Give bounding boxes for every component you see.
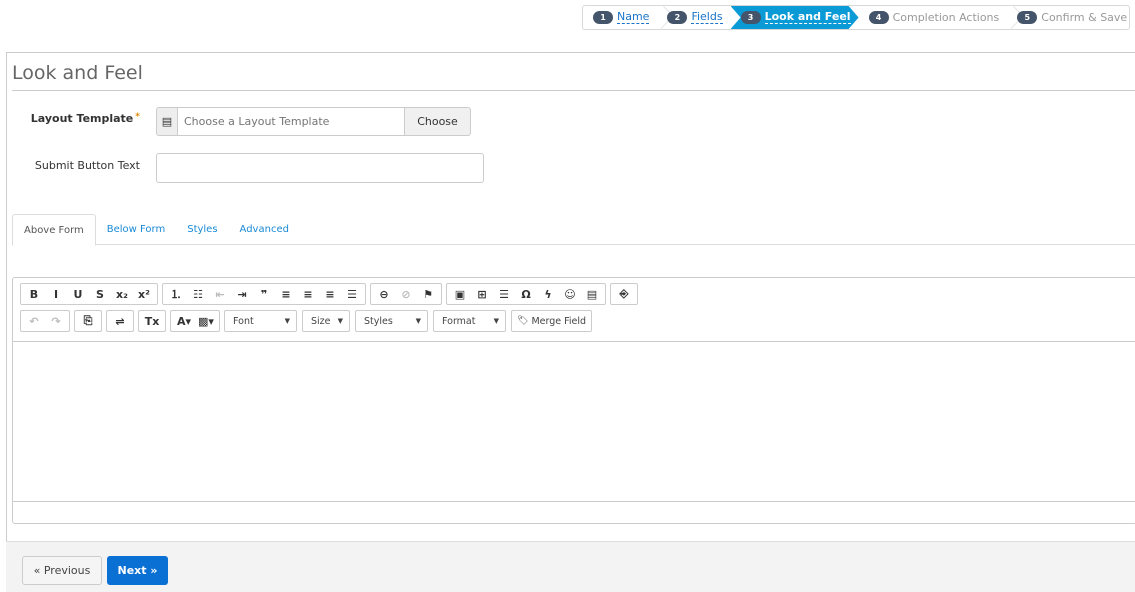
merge-field-label: Merge Field xyxy=(531,315,587,327)
source-icon[interactable]: ⎆ xyxy=(613,284,635,304)
bold-icon[interactable]: B xyxy=(23,284,45,304)
step-label: Confirm & Save xyxy=(1041,11,1128,24)
redo-icon[interactable]: ↷ xyxy=(45,311,67,331)
settings-icon[interactable]: ⇌ xyxy=(109,311,131,331)
toolbar-group: ⒈ ☷ ⇤ ⇥ ❞ ≡ ≡ ≡ ☰ xyxy=(162,283,366,305)
required-marker: * xyxy=(135,112,140,122)
chevron-down-icon: ▼ xyxy=(415,317,421,325)
unlink-icon[interactable]: ⊘ xyxy=(395,284,417,304)
align-left-icon[interactable]: ≡ xyxy=(275,284,297,304)
format-label: Format xyxy=(442,315,476,327)
page-title: Look and Feel xyxy=(12,62,143,84)
step-number: 4 xyxy=(868,11,889,24)
font-dropdown[interactable]: Font ▼ xyxy=(224,310,297,332)
table-icon[interactable]: ⊞ xyxy=(471,284,493,304)
numbered-list-icon[interactable]: ⒈ xyxy=(165,284,187,304)
submit-button-text-input[interactable] xyxy=(156,153,484,183)
tab-bar: Above Form Below Form Styles Advanced xyxy=(12,214,1135,246)
paste-icon[interactable]: ⎘ xyxy=(77,311,99,331)
toolbar-group: ↶ ↷ xyxy=(20,310,70,332)
special-char-icon[interactable]: Ω xyxy=(515,284,537,304)
superscript-icon[interactable]: x² xyxy=(133,284,155,304)
image-icon[interactable]: ▣ xyxy=(449,284,471,304)
toolbar-group: ▣ ⊞ ☰ Ωϟ ☺ ▤ xyxy=(446,283,606,305)
step-number: 5 xyxy=(1017,11,1038,24)
horizontal-line-icon[interactable]: ☰ xyxy=(493,284,515,304)
chevron-down-icon: ▼ xyxy=(337,317,343,325)
layout-template-label: Layout Template * xyxy=(30,112,140,125)
step-label: Completion Actions xyxy=(892,11,1000,24)
font-label: Font xyxy=(233,315,254,327)
step-label[interactable]: Look and Feel xyxy=(765,11,851,24)
choose-button[interactable]: Choose xyxy=(405,107,471,136)
chevron-down-icon: ▼ xyxy=(493,317,499,325)
bulleted-list-icon[interactable]: ☷ xyxy=(187,284,209,304)
step-4: 4 Completion Actions xyxy=(859,6,1008,29)
anchor-icon[interactable]: ⚑ xyxy=(417,284,439,304)
blockquote-icon[interactable]: ❞ xyxy=(253,284,275,304)
editor-content[interactable] xyxy=(13,342,1135,502)
step-number: 3 xyxy=(741,11,761,24)
step-5: 5 Confirm & Save xyxy=(1007,6,1129,29)
step-label[interactable]: Name xyxy=(617,11,650,24)
align-right-icon[interactable]: ≡ xyxy=(319,284,341,304)
size-label: Size xyxy=(311,315,331,327)
next-button[interactable]: Next » xyxy=(107,556,168,585)
toolbar-group: ⎘ xyxy=(74,310,102,332)
tab-above-form[interactable]: Above Form xyxy=(12,214,96,246)
tab-below-form[interactable]: Below Form xyxy=(96,214,176,244)
step-label[interactable]: Fields xyxy=(691,11,723,24)
smiley-icon[interactable]: ☺ xyxy=(559,284,581,304)
increase-indent-icon[interactable]: ⇥ xyxy=(231,284,253,304)
submit-button-text-label: Submit Button Text xyxy=(34,159,140,172)
decrease-indent-icon[interactable]: ⇤ xyxy=(209,284,231,304)
styles-dropdown[interactable]: Styles ▼ xyxy=(355,310,428,332)
template-icon[interactable]: ▤ xyxy=(581,284,603,304)
tab-styles[interactable]: Styles xyxy=(176,214,228,244)
editor-toolbar: B I U Sx₂ x² ⒈ ☷ ⇤ ⇥ ❞ ≡ ≡ ≡ ☰ ⊖ ⊘ ⚑ ▣ ⊞ ☰ Ωϟ ☺ ▤ ⎆ ↶ ↷ ⎘ ⇌ Tx A▾ ▩▾ F… xyxy=(13,278,1135,342)
merge-field-button[interactable]: 🏷 Merge Field xyxy=(511,310,593,332)
layout-template-input[interactable] xyxy=(178,107,405,136)
toolbar-group: A▾ ▩▾ xyxy=(170,310,220,332)
size-dropdown[interactable]: Size ▼ xyxy=(302,310,350,332)
wizard-steps: 1 Name 2 Fields 3 Look and Feel 4 Completion Ac… xyxy=(582,5,1130,30)
layout-template-field: ▤ Choose xyxy=(156,107,471,136)
rich-text-editor: B I U Sx₂ x² ⒈ ☷ ⇤ ⇥ ❞ ≡ ≡ ≡ ☰ ⊖ ⊘ ⚑ ▣ ⊞ ☰ Ωϟ ☺ ▤ ⎆ ↶ ↷ ⎘ ⇌ Tx A▾ ▩▾ F… xyxy=(12,277,1135,524)
toolbar-group: B I U Sx₂ x² xyxy=(20,283,158,305)
format-dropdown[interactable]: Format ▼ xyxy=(433,310,506,332)
step-2[interactable]: 2 Fields xyxy=(657,6,730,29)
tag-icon: 🏷 xyxy=(517,316,529,326)
styles-label: Styles xyxy=(364,315,393,327)
toolbar-group: ⇌ xyxy=(106,310,134,332)
remove-format-icon[interactable]: Tx xyxy=(141,311,163,331)
toolbar-group: ⎆ xyxy=(610,283,638,305)
step-1[interactable]: 1 Name xyxy=(583,6,657,29)
template-icon: ▤ xyxy=(156,107,178,136)
flash-icon[interactable]: ϟ xyxy=(537,284,559,304)
divider xyxy=(12,90,1135,91)
align-center-icon[interactable]: ≡ xyxy=(297,284,319,304)
toolbar-group: ⊖ ⊘ ⚑ xyxy=(370,283,442,305)
tab-advanced[interactable]: Advanced xyxy=(229,214,300,244)
previous-button[interactable]: « Previous xyxy=(22,556,102,585)
undo-icon[interactable]: ↶ xyxy=(23,311,45,331)
toolbar-group: Tx xyxy=(138,310,166,332)
chevron-down-icon: ▼ xyxy=(284,317,290,325)
footer-bar xyxy=(6,541,1135,592)
background-color-icon[interactable]: ▩▾ xyxy=(195,311,217,331)
justify-icon[interactable]: ☰ xyxy=(341,284,363,304)
step-3[interactable]: 3 Look and Feel xyxy=(731,6,859,29)
strikethrough-icon[interactable]: S xyxy=(89,284,111,304)
step-number: 1 xyxy=(593,11,613,24)
subscript-icon[interactable]: x₂ xyxy=(111,284,133,304)
underline-icon[interactable]: U xyxy=(67,284,89,304)
italic-icon[interactable]: I xyxy=(45,284,67,304)
text-color-icon[interactable]: A▾ xyxy=(173,311,195,331)
step-number: 2 xyxy=(667,11,688,24)
link-icon[interactable]: ⊖ xyxy=(373,284,395,304)
